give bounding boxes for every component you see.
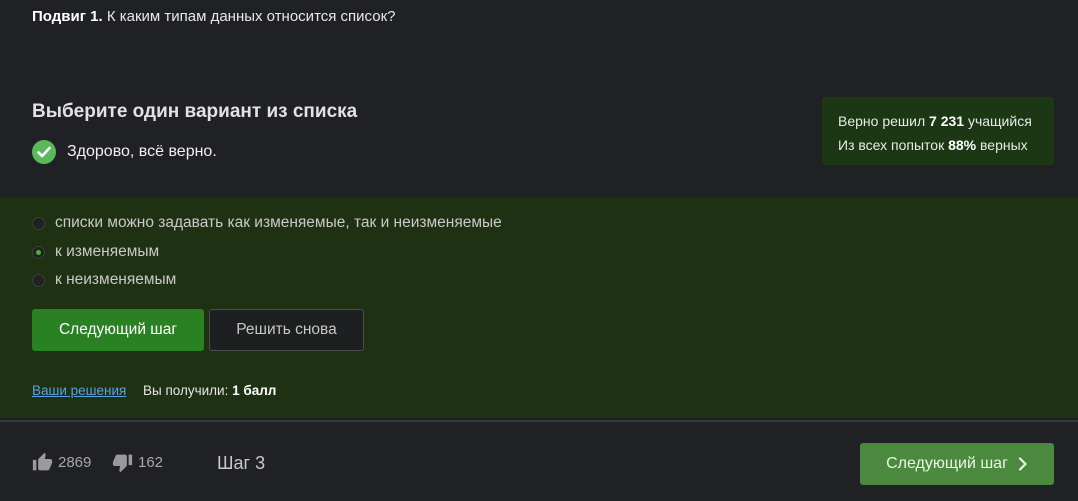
step-label: Шаг 3 xyxy=(217,453,266,473)
option-item[interactable]: к неизменяемым xyxy=(32,271,176,289)
option-item[interactable]: списки можно задавать как изменяемые, та… xyxy=(32,214,502,232)
likes-count: 2869 xyxy=(58,454,92,471)
stats-attempts-suffix: верных xyxy=(980,137,1028,153)
radio-button-selected[interactable] xyxy=(32,245,45,259)
dislikes-count: 162 xyxy=(138,454,164,471)
option-item[interactable]: к изменяемым xyxy=(32,243,159,261)
stats-box: Верно решил 7 231 учащийся Из всех попыт… xyxy=(822,97,1054,165)
retry-button[interactable]: Решить снова xyxy=(209,309,364,351)
result-text: Здорово, всё верно. xyxy=(67,143,217,160)
score-prefix: Вы получили: xyxy=(143,383,229,398)
like-button[interactable]: 2869 xyxy=(32,452,91,473)
radio-button[interactable] xyxy=(32,216,45,230)
option-label[interactable]: списки можно задавать как изменяемые, та… xyxy=(55,214,502,232)
stats-attempts-percent: 88% xyxy=(948,137,977,153)
next-step-button[interactable]: Следующий шаг xyxy=(32,309,204,351)
stats-attempts-prefix: Из всех попыток xyxy=(838,137,945,153)
stats-solved-count: 7 231 xyxy=(929,113,965,129)
question-line: Подвиг 1. К каким типам данных относится… xyxy=(32,8,395,25)
dislike-button[interactable]: 162 xyxy=(112,452,163,473)
option-label[interactable]: к неизменяемым xyxy=(55,271,176,289)
choose-title: Выберите один вариант из списка xyxy=(32,101,358,122)
question-text: К каким типам данных относится список? xyxy=(106,8,396,25)
footer-next-step-label[interactable]: Следующий шаг xyxy=(886,455,1008,473)
footer-divider xyxy=(0,420,1078,422)
radio-button[interactable] xyxy=(32,273,45,287)
score-value: 1 балл xyxy=(232,383,277,398)
stats-solved-prefix: Верно решил xyxy=(838,113,926,129)
stats-attempts: Из всех попыток 88% верных xyxy=(838,133,1054,157)
chevron-right-icon xyxy=(1018,457,1027,471)
thumbs-up-icon xyxy=(32,452,53,471)
your-solutions-link[interactable]: Ваши решения xyxy=(32,383,126,398)
stats-solved-suffix: учащийся xyxy=(967,113,1032,129)
question-label: Подвиг 1. xyxy=(32,8,103,25)
check-circle-icon xyxy=(32,140,56,164)
result-message: Здорово, всё верно. xyxy=(32,140,217,164)
score-line: Вы получили: 1 балл xyxy=(143,383,276,398)
stats-solved: Верно решил 7 231 учащийся xyxy=(838,109,1054,133)
footer-next-step-button[interactable]: Следующий шаг xyxy=(860,443,1054,485)
option-label[interactable]: к изменяемым xyxy=(55,243,159,261)
thumbs-down-icon xyxy=(112,454,133,473)
